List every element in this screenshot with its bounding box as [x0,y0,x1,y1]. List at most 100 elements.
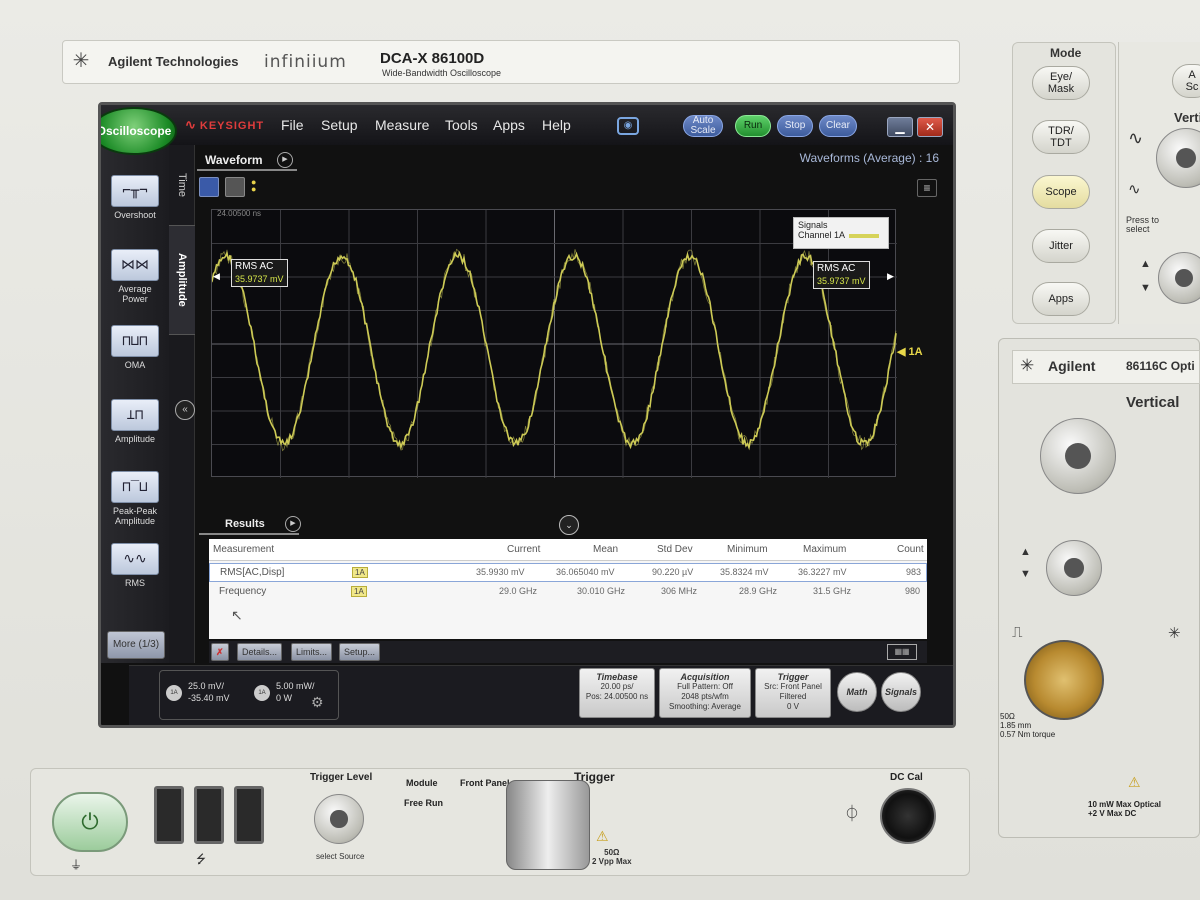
scope-label: Scope [1045,186,1077,198]
menu-measure[interactable]: Measure [375,117,429,133]
stop-button[interactable]: Stop [777,115,813,137]
clear-button[interactable]: Clear [819,115,857,137]
split-view-icon[interactable] [225,177,245,197]
table-layout-icon[interactable]: ▦▦ [887,644,917,660]
average-power-measure-button[interactable]: ⋈⋈ Average Power [107,249,163,304]
trace-color-swatch [849,233,880,238]
auto-scale-label: Auto Scale [690,115,716,136]
apps-label: Apps [1048,293,1074,305]
stop-label: Stop [784,120,806,131]
menu-help[interactable]: Help [542,117,571,133]
oma-label: OMA [124,360,146,370]
oma-icon: ⊓⊔⊓ [111,325,159,357]
optical-input-connector[interactable] [1024,640,1104,720]
waveform-menu-icon[interactable]: ≡ [917,179,937,197]
timebase-scale: 20.00 ps/ [600,682,634,691]
trigger-input-connector[interactable] [506,780,590,870]
menu-apps[interactable]: Apps [493,117,525,133]
more-measurements-button[interactable]: More (1/3) [107,631,165,659]
results-table-header: Measurement Current Mean Std Dev Minimum… [209,539,927,561]
apps-mode-button[interactable]: Apps [1032,282,1090,316]
knob-cap [1175,147,1197,169]
usb-port[interactable] [194,786,224,844]
column-header: Minimum [727,544,768,555]
table-cell: 36.3227 mV [798,567,847,577]
scope-mode-button[interactable]: Scope [1032,175,1090,209]
column-header: Maximum [803,544,847,555]
table-row[interactable]: Frequency 1A 29.0 GHz 30.010 GHz 306 MHz… [209,583,927,602]
peak-peak-amplitude-measure-button[interactable]: ⊓‾⊔ Peak-Peak Amplitude [107,471,163,526]
setup-button[interactable]: Setup... [339,643,381,661]
eye-mask-mode-button[interactable]: Eye/ Mask [1032,66,1090,100]
tab-amplitude[interactable]: Amplitude [169,225,195,335]
timebase-panel[interactable]: Timebase 20.00 ps/ Pos: 24.00500 ns [579,668,655,718]
acquisition-smoothing: Smoothing: Average [669,702,741,711]
tdr-tdt-mode-button[interactable]: TDR/ TDT [1032,120,1090,154]
results-table: Measurement Current Mean Std Dev Minimum… [209,539,927,639]
mouse-pointer-icon: ↖ [231,607,243,623]
free-run-label: Free Run [404,798,444,808]
signals-button[interactable]: Signals [881,672,921,712]
run-button[interactable]: Run [735,115,771,137]
scroll-down-icon[interactable]: ⌄ [559,515,579,535]
limits-button[interactable]: Limits... [291,643,333,661]
auto-scale-button[interactable]: Auto Scale [683,115,723,137]
module-model: 86116C Opti [1126,359,1195,373]
math-button[interactable]: Math [837,672,877,712]
channel-1a-marker[interactable]: ◀ 1A [897,345,923,358]
table-cell: 31.5 GHz [813,586,852,596]
gear-icon[interactable]: ⚙ [311,694,324,711]
rms-ac-readout-left[interactable]: RMS AC 35.9737 mV [231,259,288,287]
jitter-mode-button[interactable]: Jitter [1032,229,1090,263]
power-scale: 5.00 mW/ [276,681,315,691]
table-cell: 29.0 GHz [499,586,538,596]
menu-tools[interactable]: Tools [445,117,478,133]
collapse-panel-icon[interactable]: « [175,400,195,420]
signals-legend[interactable]: Signals Channel 1A [793,217,889,249]
step-waveform-icon: ⎍ [1012,624,1023,641]
power-button[interactable]: ⏻ [52,792,128,852]
small-sine-icon: ∿ [1128,181,1141,198]
single-view-icon[interactable] [199,177,219,197]
keysight-wave-icon: ∿ [185,117,197,132]
trigger-panel[interactable]: Trigger Src: Front Panel Filtered 0 V [755,668,831,718]
auto-scale-hard-button[interactable]: A Sc [1172,64,1200,98]
marker-dots-icon[interactable]: ● ● [251,178,256,194]
usb-port[interactable] [154,786,184,844]
menu-file[interactable]: File [281,117,304,133]
trigger-source: Src: Front Panel [764,682,822,691]
tab-time[interactable]: Time [169,155,195,215]
timebase-position: Pos: 24.00500 ns [585,692,649,701]
dc-cal-connector[interactable] [880,788,936,844]
acquisition-panel[interactable]: Acquisition Full Pattern: Off 2048 pts/w… [659,668,751,718]
oma-measure-button[interactable]: ⊓⊔⊓ OMA [107,325,163,370]
trigger-level-label: Trigger Level [310,772,373,783]
usb-port[interactable] [234,786,264,844]
waveform-graticule[interactable] [211,209,897,478]
module-offset-knob[interactable] [1046,540,1102,596]
tdr-tdt-label: TDR/ TDT [1048,125,1074,149]
rms-measure-button[interactable]: ∿∿ RMS [107,543,163,588]
results-tab-arrow-icon[interactable]: ▶ [285,516,301,532]
details-button[interactable]: Details... [237,643,283,661]
menu-bar: ∿ KEYSIGHT File Setup Measure Tools Apps … [101,105,953,145]
delete-measurement-button[interactable]: ✗ [211,643,229,661]
module-label: Module [406,778,438,788]
rms-ac-readout-right[interactable]: RMS AC 35.9737 mV [813,261,870,289]
trigger-level-knob[interactable] [314,794,364,844]
table-row[interactable]: RMS[AC,Disp] 1A 35.9930 mV 36.065040 mV … [209,563,927,582]
press-to-select-label: Press to select [1126,215,1160,234]
average-power-icon: ⋈⋈ [111,249,159,281]
minimize-button[interactable]: ▁ [887,117,913,137]
screenshot-camera-icon[interactable]: ◉ [617,117,639,135]
amplitude-measure-button[interactable]: ⊥⊓ Amplitude [107,399,163,444]
close-button[interactable]: ✕ [917,117,943,137]
table-cell: 30.010 GHz [577,586,626,596]
auto-scale-hard-label: A Sc [1185,69,1199,93]
menu-setup[interactable]: Setup [321,117,358,133]
overshoot-measure-button[interactable]: ⌐╥¬ Overshoot [107,175,163,220]
waveform-tab-arrow-icon[interactable]: ▶ [277,152,293,168]
waveform-count: Waveforms (Average) : 16 [799,151,939,165]
results-tab[interactable]: Results [199,513,299,535]
module-scale-knob[interactable] [1040,418,1116,494]
